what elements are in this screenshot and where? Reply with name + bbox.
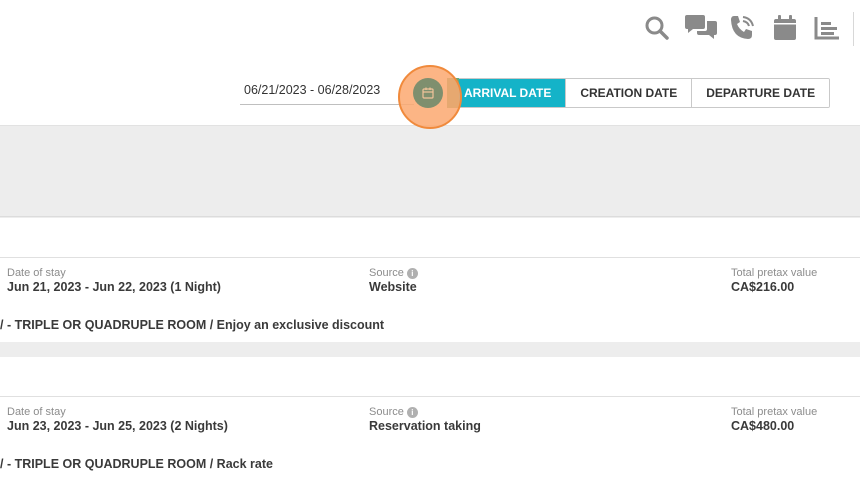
total-value: CA$216.00: [731, 280, 795, 294]
toolbar-divider: [853, 12, 854, 46]
info-icon[interactable]: i: [406, 407, 418, 418]
total-value: CA$480.00: [731, 419, 795, 433]
room-description: / - TRIPLE OR QUADRUPLE ROOM / Enjoy an …: [0, 318, 385, 332]
calendar-small-icon: [422, 87, 434, 99]
source-label: Source i: [369, 406, 418, 418]
stay-value: Jun 21, 2023 - Jun 22, 2023 (1 Night): [7, 280, 221, 294]
reservation-card[interactable]: Date of stay Jun 23, 2023 - Jun 25, 2023…: [0, 397, 860, 480]
departure-date-button[interactable]: DEPARTURE DATE: [691, 79, 830, 107]
source-value: Reservation taking: [369, 419, 481, 433]
reservation-header: [0, 357, 860, 397]
phone-icon[interactable]: [728, 14, 756, 42]
stay-label: Date of stay: [7, 406, 66, 418]
room-description: / - TRIPLE OR QUADRUPLE ROOM / Rack rate: [0, 457, 273, 471]
date-range-input[interactable]: 06/21/2023 - 06/28/2023: [240, 79, 414, 105]
source-label: Source i: [369, 267, 418, 279]
stay-label: Date of stay: [7, 267, 66, 279]
summary-area: [0, 127, 860, 217]
total-label: Total pretax value: [731, 267, 818, 279]
search-icon[interactable]: [643, 14, 671, 42]
reservation-header: [0, 218, 860, 258]
card-divider: [0, 342, 860, 357]
chat-icon[interactable]: [684, 14, 718, 42]
top-bar: [0, 0, 860, 60]
arrival-date-button[interactable]: ARRIVAL DATE: [448, 79, 566, 107]
calendar-icon[interactable]: [771, 14, 799, 42]
stay-value: Jun 23, 2023 - Jun 25, 2023 (2 Nights): [7, 419, 228, 433]
reservation-card[interactable]: Date of stay Jun 21, 2023 - Jun 22, 2023…: [0, 258, 860, 342]
total-label: Total pretax value: [731, 406, 818, 418]
date-mode-toggle: ARRIVAL DATE CREATION DATE DEPARTURE DAT…: [447, 78, 831, 108]
source-value: Website: [369, 280, 417, 294]
report-icon[interactable]: [813, 14, 841, 42]
calendar-picker-button[interactable]: [413, 78, 443, 108]
info-icon[interactable]: i: [406, 268, 418, 279]
creation-date-button[interactable]: CREATION DATE: [565, 79, 692, 107]
